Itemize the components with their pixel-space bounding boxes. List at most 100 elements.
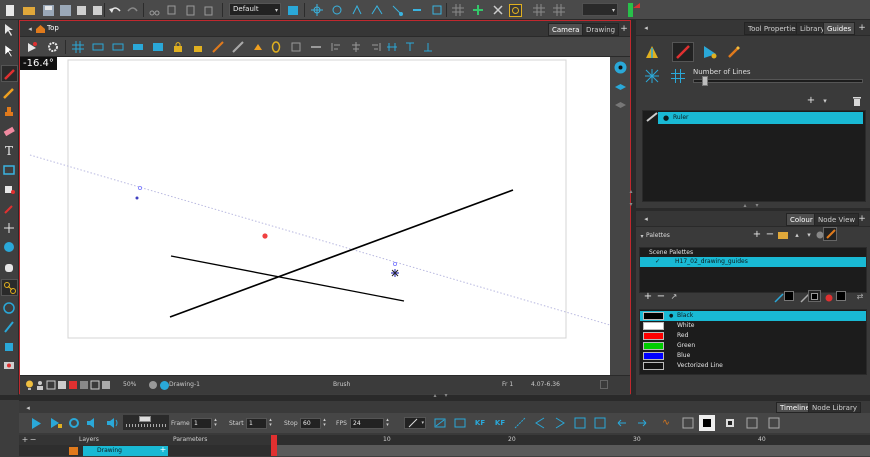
start-field[interactable]: 1 — [246, 418, 267, 429]
onion-skin-view-icon[interactable] — [151, 40, 165, 54]
select-tool-icon[interactable] — [2, 23, 16, 37]
start-stepper-icon[interactable]: ▴ ▾ — [267, 417, 274, 429]
guide-type-selected[interactable] — [672, 42, 694, 62]
playback-speed-slider[interactable] — [123, 415, 169, 430]
tab-drawing[interactable]: Drawing — [582, 23, 620, 36]
loop-icon[interactable] — [67, 416, 81, 430]
colour-row-vectorized-line[interactable]: Vectorized Line — [640, 361, 866, 371]
add-keyframe-icon[interactable] — [471, 3, 485, 17]
safe-area-icon[interactable] — [508, 3, 522, 17]
save-icon[interactable] — [41, 3, 55, 17]
splitter-up-icon[interactable]: ▴ — [430, 392, 440, 400]
ruler-guide-line[interactable] — [29, 154, 610, 326]
fill-colour-swatch[interactable] — [836, 291, 846, 301]
onion-skin-icon[interactable] — [532, 3, 546, 17]
single-frame-toggle[interactable] — [699, 415, 715, 431]
pencil-icon[interactable] — [2, 86, 16, 100]
field-guide-icon[interactable] — [91, 40, 105, 54]
gear-icon[interactable] — [46, 40, 60, 54]
lock-icon[interactable] — [171, 40, 185, 54]
swap-colours-icon[interactable]: ⇄ — [853, 290, 867, 304]
splitter-right-icon[interactable]: ▾ — [752, 202, 762, 210]
dropper-icon[interactable] — [2, 202, 16, 216]
colour-row-red[interactable]: Red — [640, 331, 866, 341]
stop-field[interactable]: 60 — [300, 418, 321, 429]
colour-row-blue[interactable]: Blue — [640, 351, 866, 361]
key-icon[interactable]: KF — [473, 416, 487, 430]
flip-icon[interactable] — [370, 3, 384, 17]
current-colour-swatch[interactable] — [784, 291, 794, 301]
compare-icon[interactable] — [99, 378, 113, 392]
menu-arrow-icon[interactable]: ◂ — [639, 212, 653, 226]
stop-stepper-icon[interactable]: ▴ ▾ — [321, 417, 328, 429]
rectangle-tool-icon[interactable] — [2, 163, 16, 177]
delete-guide-icon[interactable] — [850, 94, 864, 108]
open-folder-icon[interactable] — [22, 3, 36, 17]
tab-camera[interactable]: Camera — [548, 23, 584, 36]
transform-icon[interactable] — [390, 3, 404, 17]
workspace-manager-icon[interactable] — [286, 3, 300, 17]
mirror-icon[interactable] — [269, 40, 283, 54]
delete-icon[interactable] — [201, 3, 215, 17]
stop-icon[interactable] — [723, 416, 737, 430]
snap-icon[interactable] — [430, 3, 444, 17]
reset-view-icon[interactable] — [350, 3, 364, 17]
sound-icon[interactable] — [85, 416, 99, 430]
rotate-view-icon[interactable] — [330, 3, 344, 17]
splitter-down-icon[interactable]: ▾ — [441, 392, 451, 400]
undo-icon[interactable] — [108, 3, 122, 17]
perspective-guide-icon[interactable] — [702, 44, 718, 60]
eraser-icon[interactable] — [2, 124, 16, 138]
layers-icon[interactable] — [613, 79, 627, 93]
feather-icon[interactable] — [2, 320, 16, 334]
remove-keyframe-icon[interactable] — [491, 3, 505, 17]
add-tab-icon[interactable]: + — [855, 212, 869, 226]
sound-scrub-icon[interactable] — [105, 416, 119, 430]
shape-icon[interactable] — [289, 40, 303, 54]
menu-arrow-icon[interactable]: ◂ — [639, 21, 653, 35]
frame-stepper-icon[interactable]: ▴ ▾ — [212, 417, 219, 429]
paint-icon[interactable] — [251, 40, 265, 54]
colour-row-green[interactable]: Green — [640, 341, 866, 351]
splitter-down-icon[interactable]: ▾ — [627, 198, 635, 212]
grid-icon[interactable] — [451, 3, 465, 17]
frame-ruler[interactable]: 10 20 30 40 — [271, 435, 870, 445]
colour-link-icon[interactable]: ↗ — [667, 290, 681, 304]
stop-motion-icon[interactable] — [513, 416, 527, 430]
text-tool-icon[interactable]: T — [2, 144, 16, 158]
colour-row-black[interactable]: ● Black — [640, 311, 866, 321]
align-top-icon[interactable] — [403, 40, 417, 54]
stamp-icon[interactable] — [2, 105, 16, 119]
copy-icon[interactable] — [165, 3, 179, 17]
splitter-up-icon[interactable]: ▴ — [627, 185, 635, 199]
distribute-icon[interactable] — [385, 40, 399, 54]
move-guide-down-icon[interactable]: ▾ — [818, 94, 832, 108]
remove-colour-icon[interactable]: − — [654, 290, 668, 304]
first-frame-icon[interactable] — [573, 416, 587, 430]
workspace-preset-select[interactable]: Default ▾ — [229, 3, 281, 16]
brush-tool[interactable] — [1, 65, 18, 82]
layout-icon[interactable] — [767, 416, 781, 430]
tab-tool-properties[interactable]: Tool Properties — [744, 22, 804, 35]
hand-icon[interactable] — [2, 260, 16, 274]
tab-node-library[interactable]: Node Library — [808, 402, 861, 413]
record-icon[interactable] — [2, 358, 16, 372]
remove-palette-icon[interactable]: − — [763, 228, 777, 242]
palette-brush-toggle[interactable] — [823, 227, 837, 241]
slider-thumb[interactable] — [139, 416, 151, 422]
breadcrumb[interactable]: Top — [47, 24, 59, 32]
animate-mode-icon[interactable] — [25, 40, 39, 54]
add-guide-icon[interactable]: + — [804, 94, 818, 108]
stroke-line[interactable] — [170, 255, 405, 302]
add-palette-icon[interactable]: + — [750, 228, 764, 242]
zoom-level[interactable]: 50% — [123, 381, 136, 388]
last-frame-icon[interactable] — [593, 416, 607, 430]
play-icon[interactable] — [29, 416, 43, 430]
ease-in-icon[interactable] — [453, 416, 467, 430]
motion-key-icon[interactable]: KF — [493, 416, 507, 430]
paint-bucket-colour-icon[interactable] — [822, 291, 836, 305]
grid-guide-icon[interactable] — [670, 68, 686, 84]
paint-bucket-icon[interactable] — [2, 182, 16, 196]
align-center-icon[interactable] — [349, 40, 363, 54]
export-icon[interactable] — [90, 3, 104, 17]
